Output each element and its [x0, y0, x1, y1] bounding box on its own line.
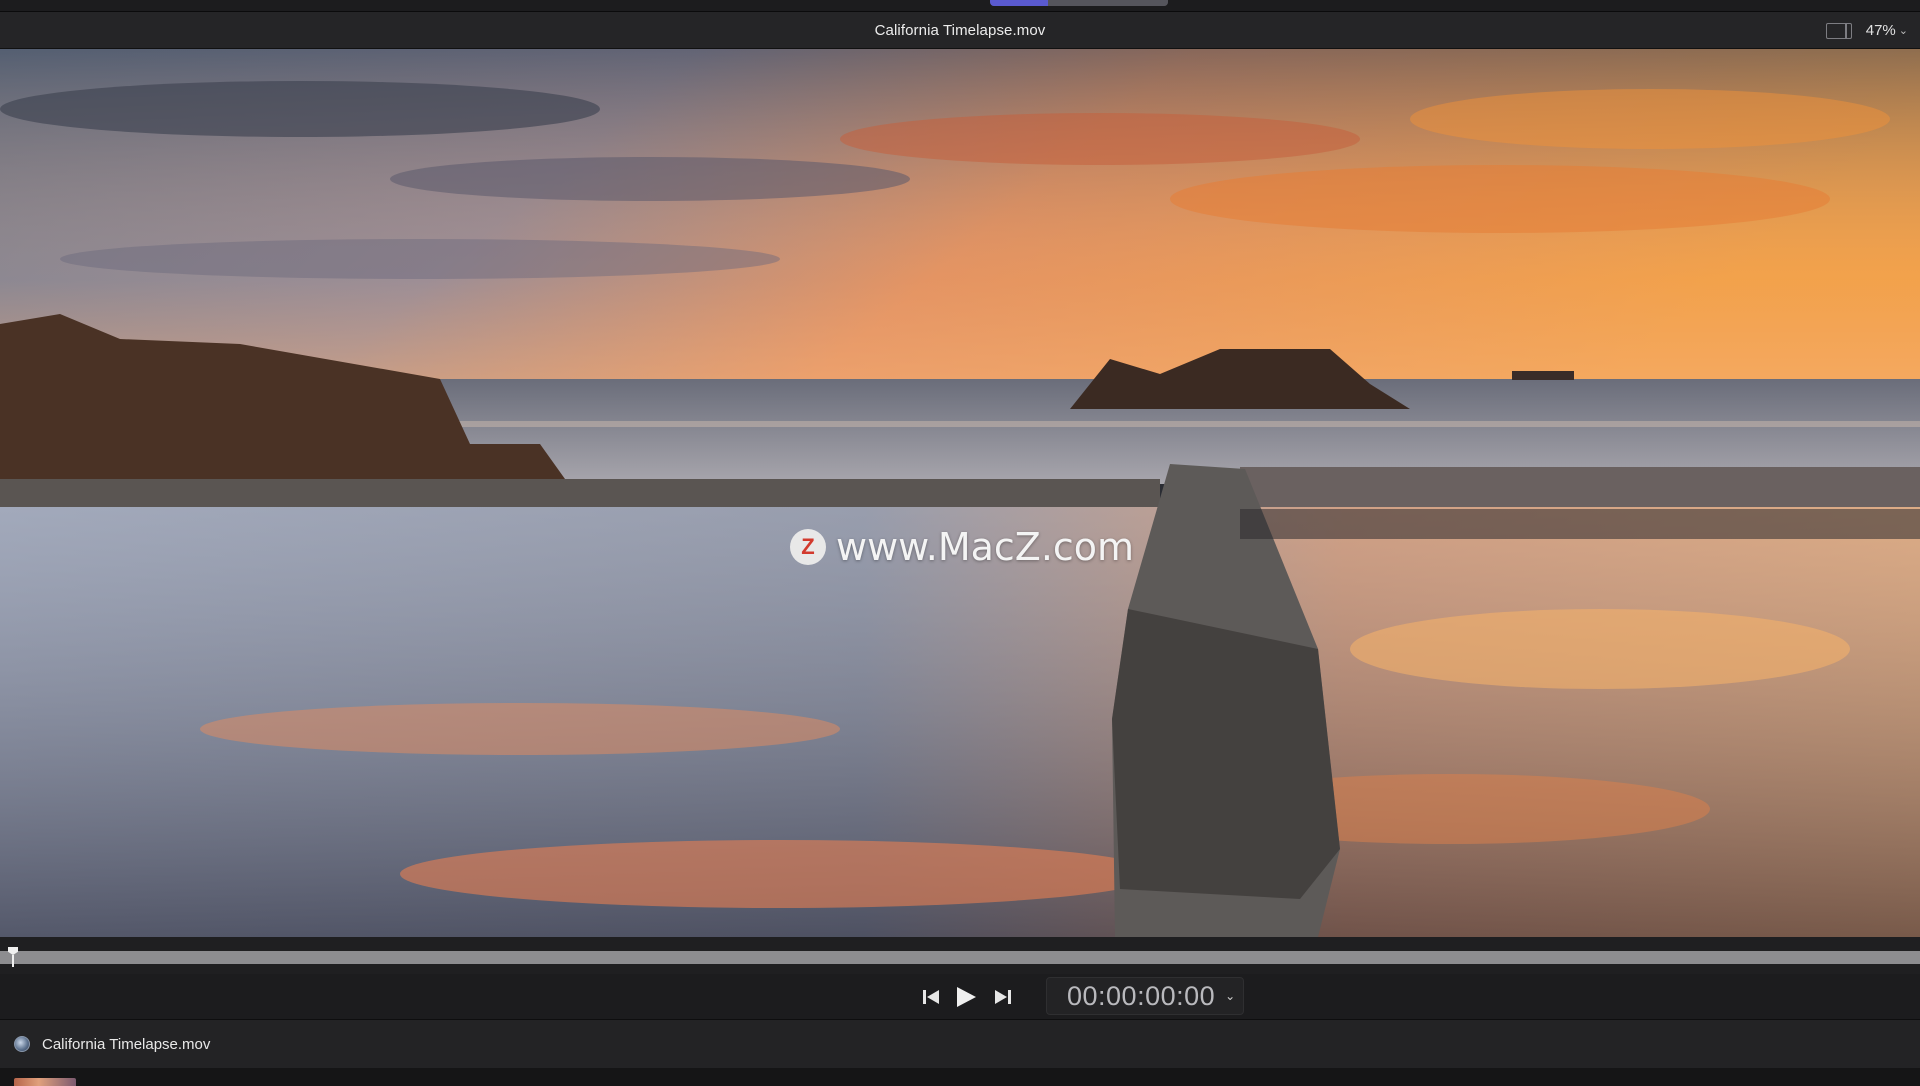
skip-forward-button[interactable]	[990, 984, 1016, 1010]
viewer-header: California Timelapse.mov 47% ⌄	[0, 12, 1920, 49]
skip-forward-icon	[995, 990, 1011, 1004]
playhead-stem	[12, 955, 14, 967]
view-controls: 47% ⌄	[1825, 12, 1908, 49]
play-icon	[957, 987, 976, 1007]
video-frame[interactable]: Z www.MacZ.com	[0, 49, 1920, 937]
chevron-down-icon[interactable]: ⌄	[1225, 989, 1235, 1003]
playhead-handle[interactable]	[8, 947, 18, 967]
playhead-head-icon	[8, 947, 18, 955]
watermark-logo-icon: Z	[790, 529, 826, 565]
clip-thumbnail[interactable]	[14, 1078, 76, 1086]
zoom-level: 47%	[1865, 22, 1896, 39]
layout-toggle-icon[interactable]	[1825, 22, 1852, 39]
timecode-display[interactable]: 00:00:00:00 ⌄	[1046, 977, 1244, 1015]
zoom-dropdown[interactable]: 47% ⌄	[1866, 22, 1908, 39]
mode-segmented-control[interactable]	[990, 0, 1168, 6]
skip-back-icon	[923, 990, 939, 1004]
sunset-image	[0, 49, 1920, 937]
transport-bar: 00:00:00:00 ⌄	[0, 974, 1920, 1020]
clip-name: California Timelapse.mov	[42, 1035, 211, 1053]
top-strip	[0, 0, 1920, 12]
clip-icon	[14, 1036, 30, 1052]
chevron-down-icon: ⌄	[1898, 25, 1908, 37]
skip-back-button[interactable]	[918, 984, 944, 1010]
play-button[interactable]	[953, 984, 979, 1010]
watermark-text: www.MacZ.com	[836, 525, 1135, 569]
timecode-value: 00:00:00:00	[1067, 980, 1216, 1011]
clip-title: California Timelapse.mov	[874, 21, 1046, 39]
watermark-logo-letter: Z	[801, 534, 815, 559]
filmstrip	[0, 1068, 1920, 1086]
watermark: Z www.MacZ.com	[790, 525, 1134, 569]
mode-segment-active[interactable]	[990, 0, 1048, 6]
mode-segment-inactive[interactable]	[1048, 0, 1168, 6]
scrubber-track[interactable]	[0, 951, 1920, 964]
clip-info-bar: California Timelapse.mov	[0, 1020, 1920, 1068]
scrub-area	[0, 937, 1920, 974]
